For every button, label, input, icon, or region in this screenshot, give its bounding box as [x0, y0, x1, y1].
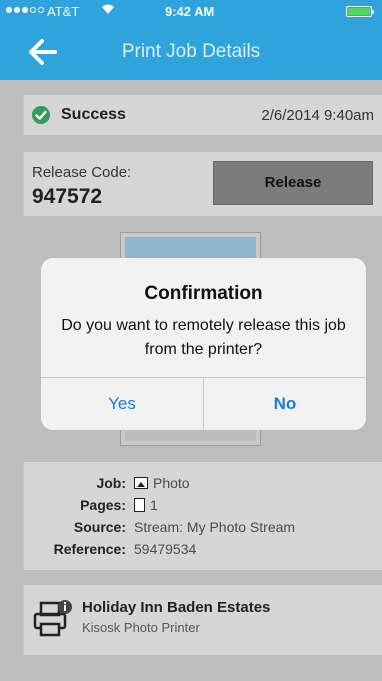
- pages-row: Pages: 1: [24, 497, 354, 517]
- yes-button[interactable]: Yes: [41, 378, 203, 430]
- wifi-icon: [101, 2, 115, 18]
- app-header: AT&T 9:42 AM Print Job Details: [0, 0, 382, 80]
- job-row: Job: Photo: [24, 475, 354, 495]
- status-time: 9:42 AM: [165, 4, 215, 19]
- reference-row: Reference: 59479534: [24, 541, 354, 561]
- printer-info-icon: [32, 597, 74, 641]
- battery-icon: [346, 6, 374, 17]
- printer-card[interactable]: Holiday Inn Baden Estates Kisosk Photo P…: [23, 585, 382, 655]
- dialog-message: Do you want to remotely release this job…: [61, 317, 346, 358]
- nav-bar: Print Job Details: [0, 24, 382, 80]
- photo-icon: [134, 477, 148, 489]
- job-value: Photo: [153, 475, 190, 491]
- source-label: Source:: [73, 519, 126, 535]
- release-code-label: Release Code:: [32, 164, 132, 181]
- status-label: Success: [61, 106, 126, 123]
- reference-label: Reference:: [53, 541, 126, 557]
- source-value: Stream: My Photo Stream: [134, 519, 296, 535]
- status-timestamp: 2/6/2014 9:40am: [261, 107, 374, 124]
- page-title: Print Job Details: [121, 41, 261, 62]
- confirmation-dialog: Confirmation Do you want to remotely rel…: [41, 258, 366, 430]
- job-label: Job:: [96, 475, 126, 491]
- check-circle-icon: [32, 106, 50, 124]
- pages-value: 1: [150, 497, 158, 513]
- signal-strength-icon: [6, 7, 44, 13]
- job-status-card: Success 2/6/2014 9:40am: [23, 95, 382, 135]
- release-card: Release Code: 947572 Release: [23, 152, 382, 216]
- job-details-card: Job: Photo Pages: 1 Source: Stream: My P…: [23, 462, 382, 570]
- printer-type: Kisosk Photo Printer: [82, 620, 200, 635]
- no-button[interactable]: No: [204, 378, 366, 430]
- release-code: 947572: [32, 185, 103, 208]
- dialog-title: Confirmation: [144, 283, 263, 304]
- source-row: Source: Stream: My Photo Stream: [24, 519, 354, 539]
- reference-value: 59479534: [134, 541, 197, 557]
- pages-label: Pages:: [80, 497, 126, 513]
- page-icon: [134, 498, 145, 512]
- printer-name: Holiday Inn Baden Estates: [82, 599, 271, 616]
- status-bar: AT&T 9:42 AM: [0, 0, 382, 24]
- release-button[interactable]: Release: [213, 161, 373, 205]
- carrier-name: AT&T: [47, 4, 80, 19]
